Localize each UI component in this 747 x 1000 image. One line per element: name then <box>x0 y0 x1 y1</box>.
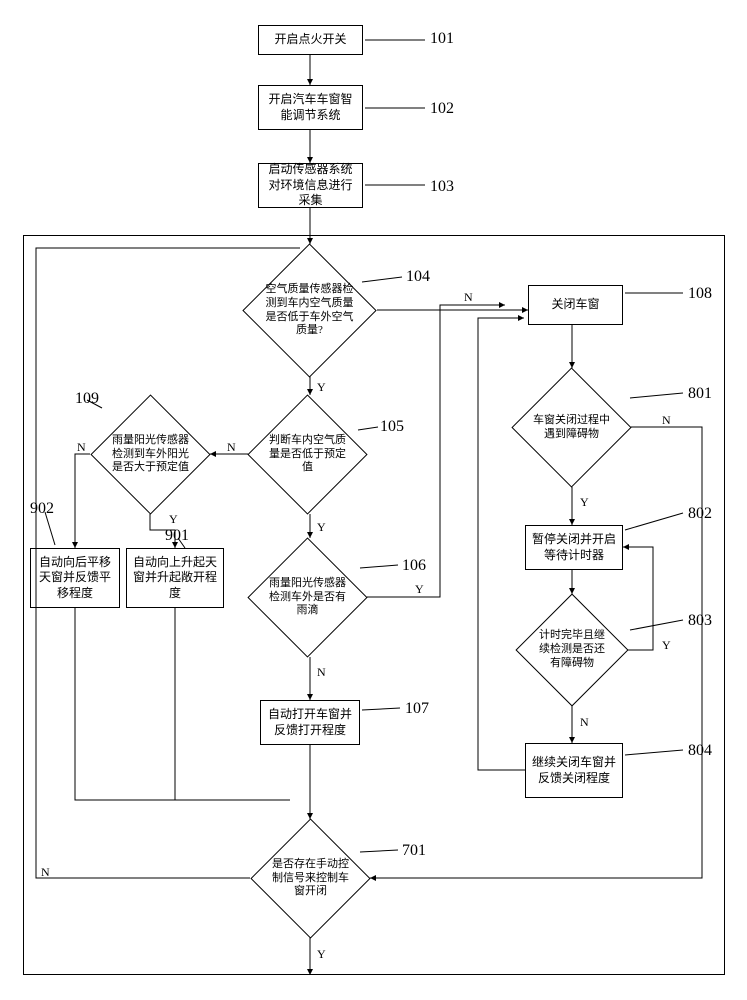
text: 雨量阳光传感器检测到车外阳光是否大于预定值 <box>108 432 193 477</box>
yn-105y: Y <box>315 520 328 535</box>
diamond-803: 计时完毕且继续检测是否还有障碍物 <box>532 610 612 690</box>
diamond-104: 空气质量传感器检测到车内空气质量是否低于车外空气质量? <box>262 263 357 358</box>
text: 启动传感器系统对环境信息进行采集 <box>265 162 356 209</box>
label-901: 901 <box>165 527 189 545</box>
box-804: 继续关闭车窗并反馈关闭程度 <box>525 743 623 798</box>
label-106: 106 <box>402 557 426 575</box>
label-902: 902 <box>30 500 54 518</box>
text: 关闭车窗 <box>551 297 599 313</box>
yn-801y: Y <box>578 495 591 510</box>
diamond-109: 雨量阳光传感器检测到车外阳光是否大于预定值 <box>108 412 193 497</box>
diamond-701: 是否存在手动控制信号来控制车窗开闭 <box>268 836 353 921</box>
diamond-105: 判断车内空气质量是否低于预定值 <box>265 412 350 497</box>
yn-106n: N <box>315 665 328 680</box>
yn-803n: N <box>578 715 591 730</box>
label-102: 102 <box>430 100 454 118</box>
box-102: 开启汽车车窗智能调节系统 <box>258 85 363 130</box>
yn-803y: Y <box>660 638 673 653</box>
text: 是否存在手动控制信号来控制车窗开闭 <box>268 856 353 901</box>
box-902: 自动向后平移天窗并反馈平移程度 <box>30 548 120 608</box>
text: 开启汽车车窗智能调节系统 <box>265 92 356 123</box>
text: 计时完毕且继续检测是否还有障碍物 <box>532 627 612 672</box>
text: 继续关闭车窗并反馈关闭程度 <box>532 755 616 786</box>
label-103: 103 <box>430 178 454 196</box>
label-701: 701 <box>402 842 426 860</box>
yn-109n: N <box>75 440 88 455</box>
label-101: 101 <box>430 30 454 48</box>
text: 开启点火开关 <box>274 32 346 48</box>
diamond-801: 车窗关闭过程中遇到障碍物 <box>529 385 614 470</box>
label-104: 104 <box>406 268 430 286</box>
text: 自动向后平移天窗并反馈平移程度 <box>37 555 113 602</box>
box-103: 启动传感器系统对环境信息进行采集 <box>258 163 363 208</box>
label-804: 804 <box>688 742 712 760</box>
label-801: 801 <box>688 385 712 403</box>
yn-701n: N <box>39 865 52 880</box>
box-108: 关闭车窗 <box>528 285 623 325</box>
label-108: 108 <box>688 285 712 303</box>
yn-106y: Y <box>413 582 426 597</box>
label-803: 803 <box>688 612 712 630</box>
yn-105n: N <box>225 440 238 455</box>
box-802: 暂停关闭并开启等待计时器 <box>525 525 623 570</box>
yn-801n: N <box>660 413 673 428</box>
text: 暂停关闭并开启等待计时器 <box>532 532 616 563</box>
text: 空气质量传感器检测到车内空气质量是否低于车外空气质量? <box>262 281 357 340</box>
label-802: 802 <box>688 505 712 523</box>
box-107: 自动打开车窗并反馈打开程度 <box>260 700 360 745</box>
yn-109y: Y <box>167 512 180 527</box>
yn-104n: N <box>462 290 475 305</box>
diamond-106: 雨量阳光传感器检测车外是否有雨滴 <box>265 555 350 640</box>
text: 判断车内空气质量是否低于预定值 <box>265 432 350 477</box>
text: 雨量阳光传感器检测车外是否有雨滴 <box>265 575 350 620</box>
box-101: 开启点火开关 <box>258 25 363 55</box>
text: 自动打开车窗并反馈打开程度 <box>267 707 353 738</box>
box-901: 自动向上升起天窗并升起敞开程度 <box>126 548 224 608</box>
yn-701y: Y <box>315 947 328 962</box>
label-109: 109 <box>75 390 99 408</box>
label-105: 105 <box>380 418 404 436</box>
text: 车窗关闭过程中遇到障碍物 <box>529 412 614 444</box>
text: 自动向上升起天窗并升起敞开程度 <box>133 555 217 602</box>
label-107: 107 <box>405 700 429 718</box>
yn-104y: Y <box>315 380 328 395</box>
